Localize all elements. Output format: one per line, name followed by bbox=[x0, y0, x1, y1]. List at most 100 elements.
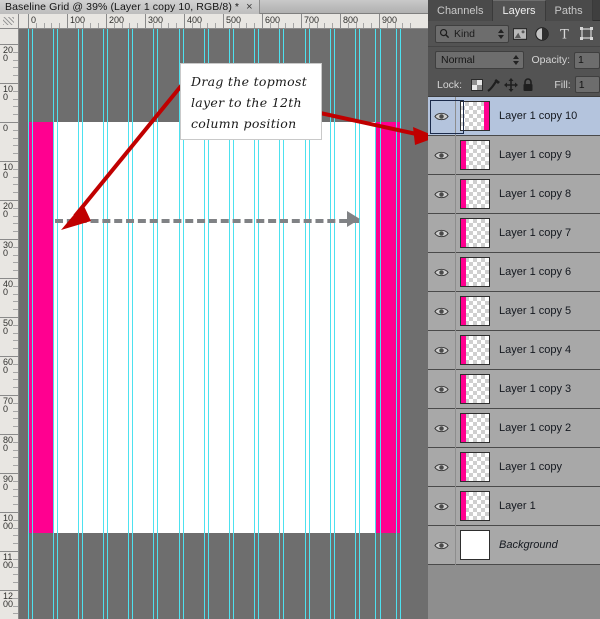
layer-thumbnail-content bbox=[461, 219, 466, 247]
ruler-tick bbox=[145, 14, 146, 28]
layer-row[interactable]: Layer 1 copy 10 bbox=[428, 97, 600, 136]
layer-thumbnail[interactable] bbox=[460, 101, 490, 131]
lock-position-icon[interactable] bbox=[502, 75, 519, 95]
layer-name[interactable]: Layer 1 copy 2 bbox=[499, 422, 571, 434]
eye-icon bbox=[434, 151, 449, 159]
lock-all-icon[interactable] bbox=[519, 75, 536, 95]
opacity-input[interactable]: 1 bbox=[574, 51, 600, 69]
adjustment-filter-icon[interactable] bbox=[531, 23, 553, 45]
layer-thumbnail[interactable] bbox=[460, 257, 490, 287]
photoshop-window: Baseline Grid @ 39% (Layer 1 copy 10, RG… bbox=[0, 0, 600, 619]
ruler-tick bbox=[28, 14, 29, 28]
layer-row[interactable]: Layer 1 copy 9 bbox=[428, 135, 600, 175]
layer-visibility-toggle[interactable] bbox=[428, 213, 456, 253]
layer-name[interactable]: Layer 1 copy 5 bbox=[499, 305, 571, 317]
layer-name[interactable]: Layer 1 bbox=[499, 500, 536, 512]
column-guide[interactable] bbox=[32, 29, 33, 619]
eye-icon bbox=[434, 112, 449, 120]
layer-row[interactable]: Layer 1 copy 5 bbox=[428, 291, 600, 331]
layer-thumbnail[interactable] bbox=[460, 530, 490, 560]
chevron-updown-icon[interactable] bbox=[498, 28, 504, 39]
layer-row[interactable]: Layer 1 copy 7 bbox=[428, 213, 600, 253]
layer-name[interactable]: Layer 1 copy 6 bbox=[499, 266, 571, 278]
layer-name[interactable]: Layer 1 copy 7 bbox=[499, 227, 571, 239]
layer-thumbnail[interactable] bbox=[460, 374, 490, 404]
layer-visibility-toggle[interactable] bbox=[428, 525, 456, 565]
tab-label: Channels bbox=[437, 4, 484, 17]
eye-icon bbox=[434, 307, 449, 315]
layer-row[interactable]: Layer 1 bbox=[428, 486, 600, 526]
blend-mode-value: Normal bbox=[441, 54, 475, 66]
layer-visibility-toggle[interactable] bbox=[428, 291, 456, 331]
tab-paths[interactable]: Paths bbox=[545, 0, 593, 21]
shape-filter-icon[interactable] bbox=[575, 23, 597, 45]
tab-layers[interactable]: Layers bbox=[493, 0, 546, 21]
column-guide[interactable] bbox=[28, 29, 29, 619]
ruler-tick bbox=[340, 14, 341, 28]
layer-visibility-toggle[interactable] bbox=[428, 408, 456, 448]
layer-visibility-toggle[interactable] bbox=[428, 330, 456, 370]
ruler-origin-box[interactable] bbox=[0, 14, 19, 29]
blend-mode-row: Normal Opacity: 1 bbox=[428, 47, 600, 73]
horizontal-ruler[interactable]: 0 100 200 300 400 500 600 700 800 900 bbox=[19, 14, 428, 29]
layer-thumbnail[interactable] bbox=[460, 491, 490, 521]
layer-thumbnail[interactable] bbox=[460, 179, 490, 209]
blend-mode-select[interactable]: Normal bbox=[435, 51, 525, 69]
layer-visibility-toggle[interactable] bbox=[428, 174, 456, 214]
layer-row[interactable]: Layer 1 copy 3 bbox=[428, 369, 600, 409]
layer-thumbnail-content bbox=[461, 141, 466, 169]
layer-row[interactable]: Layer 1 copy 2 bbox=[428, 408, 600, 448]
layer-visibility-toggle[interactable] bbox=[428, 486, 456, 526]
layer-thumbnail-content bbox=[461, 492, 466, 520]
layer-thumbnail[interactable] bbox=[460, 218, 490, 248]
layer-name[interactable]: Background bbox=[499, 539, 558, 551]
layer-row[interactable]: Layer 1 copy 4 bbox=[428, 330, 600, 370]
layer-row[interactable]: Layer 1 copy 8 bbox=[428, 174, 600, 214]
tab-channels[interactable]: Channels bbox=[428, 0, 494, 21]
type-filter-icon[interactable]: T bbox=[553, 23, 575, 45]
drag-direction-arrowhead bbox=[347, 211, 360, 227]
vertical-ruler[interactable]: 200 100 0 100 200 300 400 500 600 700 800 900 1000 11… bbox=[0, 29, 19, 619]
layer-name[interactable]: Layer 1 copy 8 bbox=[499, 188, 571, 200]
layer-visibility-toggle[interactable] bbox=[428, 97, 456, 136]
layer-visibility-toggle[interactable] bbox=[428, 135, 456, 175]
tab-label: Layers bbox=[502, 5, 536, 17]
layer-thumbnail-content bbox=[461, 180, 466, 208]
filter-kind-select[interactable]: Kind bbox=[435, 24, 509, 43]
layer-thumbnail[interactable] bbox=[460, 452, 490, 482]
layer-row[interactable]: Layer 1 copy bbox=[428, 447, 600, 487]
layer-name[interactable]: Layer 1 copy 4 bbox=[499, 344, 571, 356]
close-icon[interactable]: × bbox=[246, 1, 252, 13]
canvas-area[interactable]: Drag the topmost layer to the 12th colum… bbox=[19, 29, 428, 619]
callout-arrow-to-layer bbox=[310, 109, 428, 145]
layer-visibility-toggle[interactable] bbox=[428, 369, 456, 409]
layer-thumbnail-content bbox=[484, 102, 489, 130]
layer-row[interactable]: Background bbox=[428, 525, 600, 565]
layer-visibility-toggle[interactable] bbox=[428, 447, 456, 487]
ruler-tick bbox=[184, 14, 185, 28]
layer-thumbnail[interactable] bbox=[460, 335, 490, 365]
layer-thumbnail[interactable] bbox=[460, 296, 490, 326]
lock-label: Lock: bbox=[437, 78, 463, 91]
layer-thumbnail[interactable] bbox=[460, 413, 490, 443]
document-tab[interactable]: Baseline Grid @ 39% (Layer 1 copy 10, RG… bbox=[0, 0, 260, 14]
eye-icon bbox=[434, 346, 449, 354]
layer-thumbnail-content bbox=[461, 375, 466, 403]
layer-name[interactable]: Layer 1 copy 3 bbox=[499, 383, 571, 395]
lock-image-icon[interactable] bbox=[485, 75, 502, 95]
fill-label: Fill: bbox=[554, 78, 571, 91]
layer-list[interactable]: Layer 1 copy 10 Layer 1 copy 9 Layer 1 cop… bbox=[428, 97, 600, 619]
ruler-tick bbox=[301, 14, 302, 28]
layer-visibility-toggle[interactable] bbox=[428, 252, 456, 292]
layer-thumbnail[interactable] bbox=[460, 140, 490, 170]
pixel-filter-icon[interactable] bbox=[509, 23, 531, 45]
chevron-updown-icon[interactable] bbox=[513, 55, 520, 65]
tab-label: Paths bbox=[554, 4, 583, 17]
layer-name[interactable]: Layer 1 copy 10 bbox=[499, 110, 577, 122]
layer-name[interactable]: Layer 1 copy bbox=[499, 461, 562, 473]
lock-transparency-icon[interactable] bbox=[468, 75, 485, 95]
fill-input[interactable]: 1 bbox=[574, 76, 600, 93]
layer-row[interactable]: Layer 1 copy 6 bbox=[428, 252, 600, 292]
layer-name[interactable]: Layer 1 copy 9 bbox=[499, 149, 571, 161]
eye-icon bbox=[434, 502, 449, 510]
